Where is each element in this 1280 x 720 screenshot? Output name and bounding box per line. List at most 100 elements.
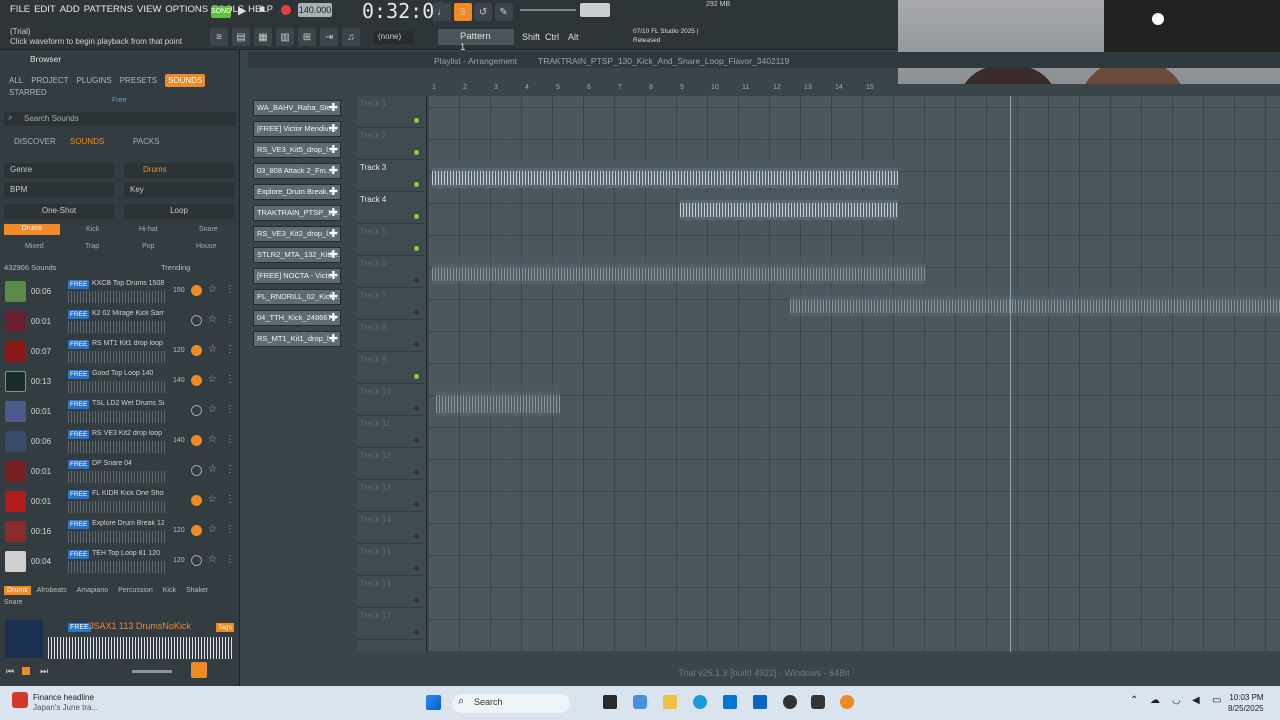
audio-clip[interactable]: 03_808 Attack 2_Fm_148bpm_Drums Top_2571… — [680, 192, 898, 220]
star-icon[interactable]: ☆ — [208, 344, 217, 355]
master-pitch-knob[interactable] — [580, 3, 610, 17]
tab-plugins[interactable]: PLUGINS — [77, 76, 112, 85]
copilot-icon[interactable] — [633, 695, 647, 709]
track-mute-led[interactable] — [414, 310, 419, 315]
stop-icon[interactable]: ■ — [259, 4, 265, 15]
track-header[interactable]: Track 14 — [357, 512, 427, 544]
cat-hihat[interactable]: Hi-hat — [139, 226, 158, 233]
star-icon[interactable]: ☆ — [208, 464, 217, 475]
step-edit-icon[interactable]: ✎ — [494, 3, 513, 21]
piano-roll-icon[interactable]: ▥ — [276, 28, 294, 46]
tray-chevron-icon[interactable]: ⌃ — [1130, 695, 1138, 706]
oneshot-toggle[interactable]: One-Shot — [4, 204, 114, 219]
record-icon[interactable] — [281, 5, 291, 15]
news-panel[interactable]: 07/10 FL Studio 2025 | Released — [633, 27, 698, 45]
news-widget-icon[interactable] — [12, 692, 28, 708]
sample-waveform[interactable] — [68, 561, 166, 573]
channel-rack-icon[interactable]: ▤ — [232, 28, 250, 46]
start-icon[interactable] — [426, 695, 441, 710]
track-header[interactable]: Track 8 — [357, 320, 427, 352]
track-mute-led[interactable] — [414, 630, 419, 635]
volume-icon[interactable]: ◀ — [1192, 695, 1200, 706]
app-icon[interactable] — [783, 695, 797, 709]
sample-row[interactable]: 00:06 FREERS VE3 Kit2 drop loop ki... 140 ☆… — [0, 428, 240, 458]
add-icon[interactable]: ✚ — [329, 311, 338, 324]
playlist-grid[interactable]: WA_BAHV_Raha_Stem_Male_Vocal_Lead_01_Wet… — [428, 96, 1280, 652]
pattern-selector[interactable]: Pattern 1 — [438, 29, 514, 53]
track-header[interactable]: Track 17 — [357, 608, 427, 640]
track-mute-led[interactable] — [414, 374, 419, 379]
menu-edit[interactable]: EDIT — [34, 4, 56, 15]
key-select[interactable]: Key — [124, 183, 234, 198]
menu-patterns[interactable]: PATTERNS — [84, 4, 133, 15]
track-mute-led[interactable] — [414, 566, 419, 571]
cat-snare[interactable]: Snare — [199, 226, 218, 233]
cat-trap[interactable]: Trap — [85, 243, 99, 250]
add-icon[interactable]: ✚ — [329, 269, 338, 282]
loop-toggle[interactable]: Loop — [124, 204, 234, 219]
task-view-icon[interactable] — [603, 695, 617, 709]
genre-select[interactable]: Genre — [4, 163, 114, 178]
channel-item[interactable]: RS_MT1_Kit1_drop_l... ✚ — [253, 331, 341, 347]
track-header[interactable]: Track 11 — [357, 416, 427, 448]
player-prev-icon[interactable]: ⏮ — [6, 666, 14, 677]
more-icon[interactable]: ⋮ — [225, 554, 235, 565]
track-header[interactable]: Track 1 — [357, 96, 427, 128]
playlist-icon[interactable]: ▦ — [254, 28, 272, 46]
add-icon[interactable]: ✚ — [329, 227, 338, 240]
ctrl-key[interactable]: Ctrl — [545, 32, 559, 42]
track-mute-led[interactable] — [414, 246, 419, 251]
tag-amapiano[interactable]: Amapiano — [77, 587, 109, 594]
channel-item[interactable]: WA_BAHV_Raha_Ste... ✚ — [253, 100, 341, 116]
track-mute-led[interactable] — [414, 342, 419, 347]
tab-packs[interactable]: PACKS — [133, 137, 160, 146]
download-check-icon[interactable] — [191, 345, 202, 356]
news-widget[interactable]: Finance headline Japan's June tra... — [33, 693, 98, 713]
add-icon[interactable]: ✚ — [329, 101, 338, 114]
browser-toggle-icon[interactable]: ⇥ — [320, 28, 338, 46]
menu-add[interactable]: ADD — [60, 4, 80, 15]
channel-item[interactable]: PL_RNDRILL_02_Kick... ✚ — [253, 289, 341, 305]
playhead-marker[interactable] — [1010, 96, 1011, 652]
track-header[interactable]: Track 9 — [357, 352, 427, 384]
channel-item[interactable]: 03_808 Attack 2_Fm... ✚ — [253, 163, 341, 179]
tab-sounds[interactable]: SOUNDS — [165, 74, 206, 87]
audio-clip[interactable]: WA_BAHV_Raha_Stem_Male_Vocal_Lead_01_Wet… — [678, 256, 926, 284]
track-mute-led[interactable] — [414, 438, 419, 443]
add-icon[interactable]: ✚ — [329, 206, 338, 219]
tag-drums[interactable]: Drums — [4, 586, 31, 595]
track-header[interactable]: Track 3 — [357, 160, 427, 192]
star-icon[interactable]: ☆ — [208, 524, 217, 535]
track-mute-led[interactable] — [414, 534, 419, 539]
download-check-icon[interactable] — [191, 405, 202, 416]
sample-row[interactable]: 00:04 FREE TEH Top Loop 81 120 120 ☆ ⋮ — [0, 548, 240, 578]
track-mute-led[interactable] — [414, 470, 419, 475]
track-header[interactable]: Track 4 — [357, 192, 427, 224]
menu-view[interactable]: VIEW — [137, 4, 161, 15]
tag-snare[interactable]: Snare — [4, 599, 236, 606]
store-icon[interactable] — [723, 695, 737, 709]
add-icon[interactable]: ✚ — [329, 248, 338, 261]
sample-waveform[interactable] — [68, 321, 166, 333]
mixer-icon[interactable]: ≡ — [210, 28, 228, 46]
player-volume-slider[interactable] — [132, 670, 172, 673]
pattern-select[interactable]: (none) — [374, 31, 414, 44]
sample-waveform[interactable] — [68, 351, 166, 363]
download-check-icon[interactable] — [191, 285, 202, 296]
star-icon[interactable]: ☆ — [208, 434, 217, 445]
sync-bpm-button[interactable] — [191, 662, 207, 678]
track-header[interactable]: Track 7 — [357, 288, 427, 320]
drums-filter[interactable]: Drums — [124, 163, 234, 178]
track-header[interactable]: Track 10 — [357, 384, 427, 416]
tag-percussion[interactable]: Percussion — [118, 587, 153, 594]
sample-row[interactable]: 00:13 FREE Good Top Loop 140 140 ☆ ⋮ — [0, 368, 240, 398]
bpm-select[interactable]: BPM — [4, 183, 114, 198]
cat-kick[interactable]: Kick — [86, 226, 99, 233]
track-header[interactable]: Track 16 — [357, 576, 427, 608]
track-mute-led[interactable] — [414, 406, 419, 411]
more-icon[interactable]: ⋮ — [225, 404, 235, 415]
shift-key[interactable]: Shift — [522, 32, 540, 42]
tab-discover[interactable]: DISCOVER — [14, 137, 56, 146]
sample-waveform[interactable] — [68, 291, 166, 303]
search-input[interactable]: Search Sounds — [4, 112, 236, 126]
